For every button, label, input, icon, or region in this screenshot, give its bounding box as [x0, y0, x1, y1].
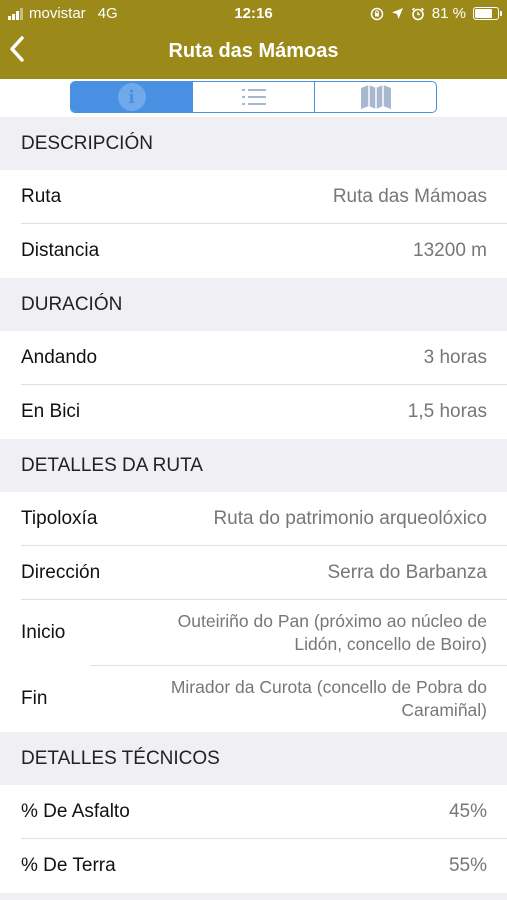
- row-label: Fin: [21, 688, 48, 709]
- detail-row: Andando 3 horas: [0, 331, 507, 385]
- section-header: DETALLES TÉCNICOS: [0, 732, 507, 785]
- segmented-control-bar: i: [0, 79, 507, 117]
- page-title: Ruta das Mámoas: [168, 40, 339, 62]
- tab-info[interactable]: i: [71, 82, 193, 112]
- alarm-icon: [411, 7, 424, 20]
- nav-bar: Ruta das Mámoas: [0, 28, 507, 79]
- row-value: Serra do Barbanza: [327, 562, 488, 583]
- row-label: Inicio: [21, 622, 66, 643]
- battery-level-fill: [475, 9, 492, 18]
- status-bar: movistar 4G 12:16 81 %: [0, 0, 507, 28]
- detail-row: En Bici 1,5 horas: [0, 385, 507, 439]
- tab-map[interactable]: [315, 82, 436, 112]
- row-value: 1,5 horas: [407, 401, 487, 422]
- section-header: DURACIÓN: [0, 278, 507, 331]
- section-header: DETALLES DA RUTA: [0, 439, 507, 492]
- detail-row: Distancia 13200 m: [0, 224, 507, 278]
- location-icon: [391, 8, 403, 19]
- segmented-control: i: [70, 81, 437, 113]
- row-label: Andando: [21, 347, 98, 368]
- row-value: Ruta das Mámoas: [332, 186, 487, 207]
- row-value: 3 horas: [423, 347, 487, 368]
- detail-row: Inicio Outeiriño do Pan (próximo ao núcl…: [0, 600, 507, 666]
- row-value: Ruta do patrimonio arqueolóxico: [213, 508, 487, 529]
- details-list: DESCRIPCIÓN Ruta Ruta das Mámoas Distanc…: [0, 117, 507, 893]
- row-label: En Bici: [21, 401, 81, 422]
- row-label: Ruta: [21, 186, 62, 207]
- tab-list[interactable]: [193, 82, 315, 112]
- detail-row: Ruta Ruta das Mámoas: [0, 170, 507, 224]
- row-label: Tipoloxía: [21, 508, 98, 529]
- row-value: Mirador da Curota (concello de Pobra do …: [170, 677, 487, 720]
- row-label: % De Asfalto: [21, 801, 130, 822]
- list-icon: [241, 89, 266, 105]
- screen-lock-icon: [370, 7, 384, 20]
- row-label: Distancia: [21, 240, 100, 261]
- detail-row: % De Terra 55%: [0, 839, 507, 893]
- battery-icon: [473, 7, 502, 20]
- row-value: 45%: [448, 801, 487, 822]
- row-value: 55%: [448, 855, 487, 876]
- row-label: % De Terra: [21, 855, 116, 876]
- detail-row: Fin Mirador da Curota (concello de Pobra…: [0, 666, 507, 732]
- battery-percent: 81 %: [431, 5, 466, 22]
- row-value: 13200 m: [413, 240, 487, 261]
- map-icon: [360, 85, 391, 109]
- info-icon: i: [117, 83, 146, 111]
- detail-row: Dirección Serra do Barbanza: [0, 546, 507, 600]
- app-header: movistar 4G 12:16 81 % Ruta das Mámoas: [0, 0, 507, 79]
- detail-row: % De Asfalto 45%: [0, 785, 507, 839]
- section-header: DESCRIPCIÓN: [0, 117, 507, 170]
- row-value: Outeiriño do Pan (próximo ao núcleo de L…: [177, 611, 487, 654]
- row-label: Dirección: [21, 562, 101, 583]
- detail-row: Tipoloxía Ruta do patrimonio arqueolóxic…: [0, 492, 507, 546]
